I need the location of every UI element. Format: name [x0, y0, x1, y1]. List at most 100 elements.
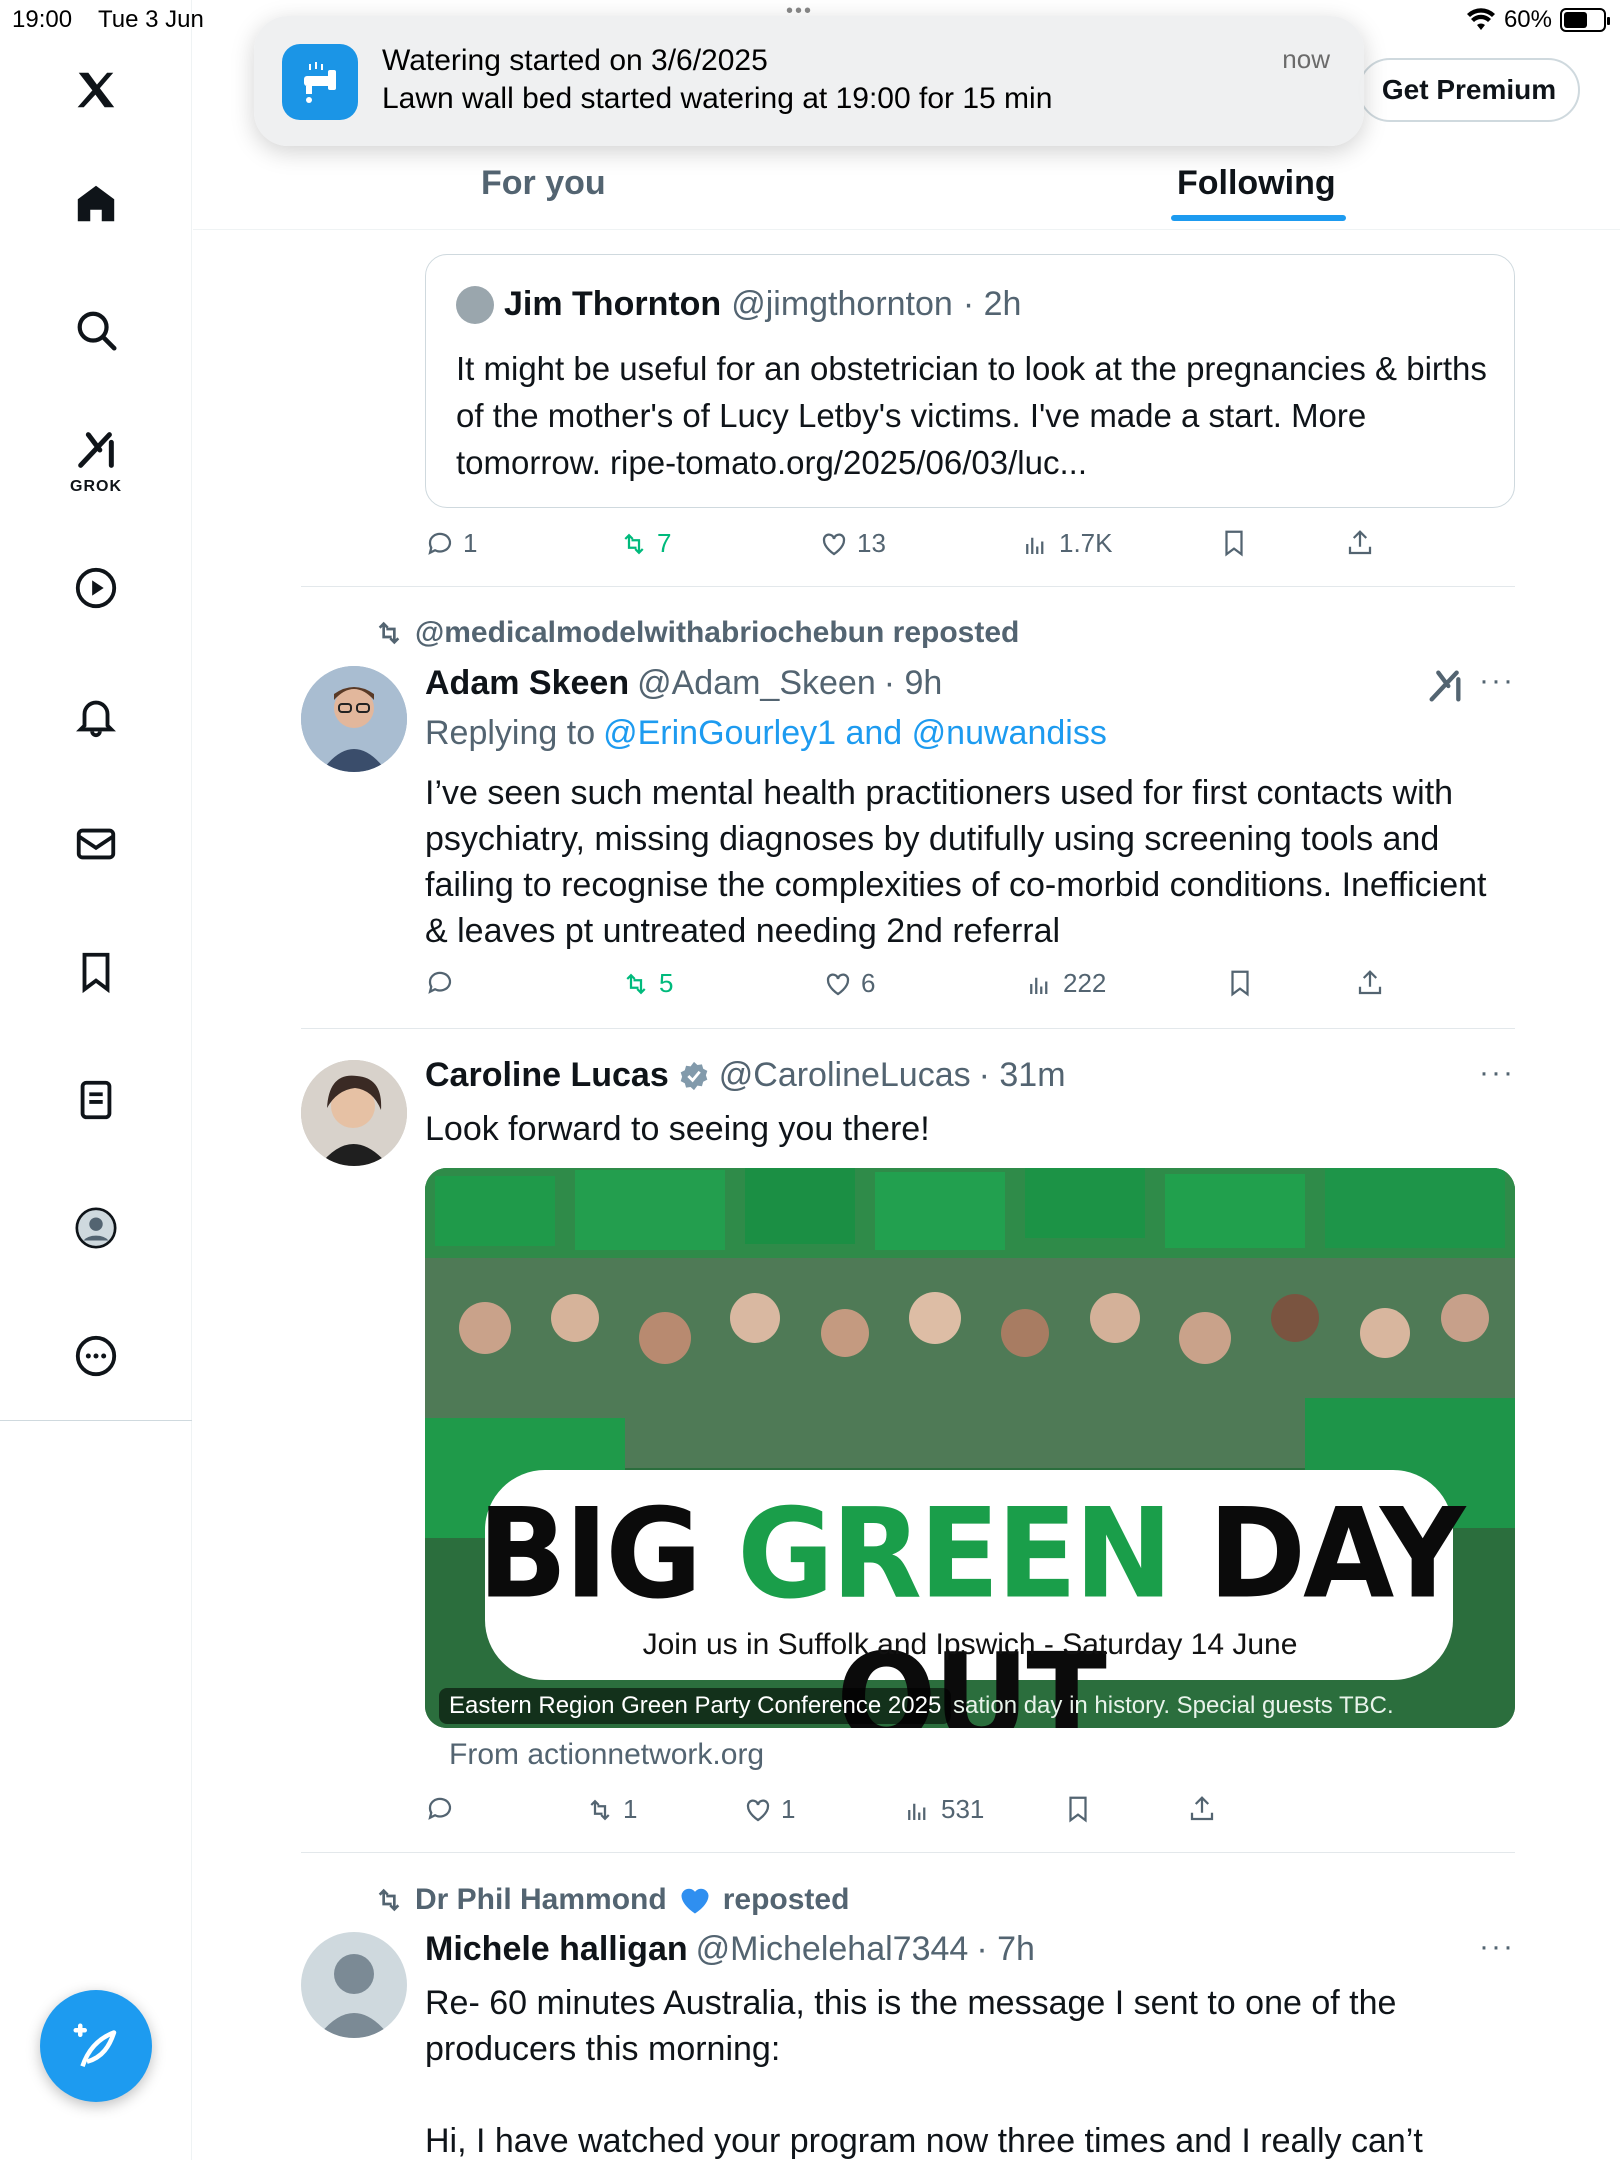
reply-button[interactable]	[425, 1794, 455, 1824]
grok-label: GROK	[70, 478, 122, 495]
author-name[interactable]: Adam Skeen	[425, 664, 629, 703]
notification-banner[interactable]: Watering started on 3/6/2025 Lawn wall b…	[254, 16, 1364, 146]
post-header: Adam Skeen @Adam_Skeen · 9h	[425, 664, 942, 703]
post-time[interactable]: · 7h	[976, 1930, 1035, 1969]
bookmark-icon[interactable]	[66, 942, 126, 1002]
reply-button[interactable]: 1	[425, 528, 477, 559]
views-button[interactable]: 222	[1025, 968, 1106, 999]
link-source[interactable]: From actionnetwork.org	[449, 1738, 764, 1772]
post-actions: 5 6 222	[425, 968, 1425, 1008]
repost-button[interactable]: 1	[585, 1794, 637, 1825]
post-actions: 1 1 531	[425, 1794, 1425, 1834]
more-menu-icon[interactable]: ···	[1479, 1056, 1515, 1090]
image-subline: Join us in Suffolk and Ipswich - Saturda…	[642, 1628, 1298, 1661]
mail-icon[interactable]	[66, 814, 126, 874]
more-menu-icon[interactable]: ···	[1479, 1930, 1515, 1964]
views-button[interactable]: 531	[903, 1794, 984, 1825]
image-caption-tail: sation day in history. Special guests TB…	[953, 1692, 1394, 1719]
bell-icon[interactable]	[66, 686, 126, 746]
home-icon[interactable]	[66, 174, 126, 234]
repost-context[interactable]: Dr Phil Hammond reposted	[373, 1882, 849, 1918]
status-right: 60%	[1466, 6, 1610, 34]
active-tab-indicator	[1171, 215, 1346, 221]
quoted-post[interactable]: Jim Thornton @jimgthornton · 2h It might…	[425, 254, 1515, 508]
views-icon	[908, 1803, 926, 1820]
quoted-author-name[interactable]: Jim Thornton	[504, 285, 721, 324]
headline-word-1: BIG	[477, 1481, 702, 1626]
tab-for-you[interactable]: For you	[481, 164, 606, 203]
author-handle[interactable]: @Adam_Skeen	[637, 664, 876, 703]
notification-body: Lawn wall bed started watering at 19:00 …	[382, 82, 1053, 115]
post-header: Caroline Lucas @CarolineLucas · 31m	[425, 1056, 1066, 1095]
tab-following[interactable]: Following	[1171, 164, 1346, 221]
headline-word-2: GREEN	[737, 1481, 1173, 1626]
x-logo-icon[interactable]	[66, 60, 126, 120]
repost-count: 1	[623, 1794, 638, 1824]
share-button[interactable]	[1345, 528, 1375, 558]
more-options-icon[interactable]	[66, 1326, 126, 1386]
repost-icon	[626, 973, 646, 994]
view-count: 1.7K	[1059, 528, 1113, 558]
share-button[interactable]	[1187, 1794, 1217, 1824]
post-divider	[301, 1028, 1515, 1029]
get-premium-button[interactable]: Get Premium	[1358, 58, 1580, 122]
repost-count: 5	[659, 968, 674, 998]
repost-icon	[378, 621, 400, 645]
bookmark-button[interactable]	[1219, 528, 1249, 558]
bookmark-icon	[1069, 1796, 1087, 1823]
sidebar: GROK	[0, 0, 192, 2160]
grok-icon[interactable]	[66, 420, 126, 480]
quoted-author-handle[interactable]: @jimgthornton	[731, 285, 953, 324]
repost-button[interactable]: 5	[621, 968, 673, 999]
quoted-post-time[interactable]: · 2h	[963, 285, 1022, 324]
heart-icon	[746, 1798, 770, 1821]
like-button[interactable]: 13	[819, 528, 886, 559]
bookmark-button[interactable]	[1063, 1794, 1093, 1824]
more-menu-icon[interactable]: ···	[1479, 664, 1515, 698]
post-text: Look forward to seeing you there!	[425, 1110, 930, 1148]
replying-to-line: Replying to @ErinGourley1 and @nuwandiss	[425, 714, 1107, 753]
link-card-image[interactable]: BIG GREEN DAY OUT Join us in Suffolk and…	[425, 1168, 1515, 1728]
like-count: 6	[861, 968, 876, 998]
repost-icon	[624, 533, 644, 554]
timeline-feed: Jim Thornton @jimgthornton · 2h It might…	[193, 230, 1620, 2160]
bookmark-button[interactable]	[1225, 968, 1255, 998]
replying-to-handles[interactable]: @ErinGourley1 and @nuwandiss	[603, 714, 1107, 753]
like-count: 1	[781, 1794, 796, 1824]
post-divider	[301, 1852, 1515, 1853]
repost-icon	[590, 1799, 610, 1820]
like-button[interactable]: 6	[823, 968, 875, 999]
post-time[interactable]: · 31m	[979, 1056, 1066, 1095]
blue-heart-icon	[681, 1888, 709, 1914]
author-handle[interactable]: @CarolineLucas	[719, 1056, 971, 1095]
heart-icon	[822, 532, 846, 555]
search-icon[interactable]	[66, 300, 126, 360]
sidebar-divider	[0, 1420, 192, 1421]
avatar[interactable]	[301, 666, 407, 772]
video-icon[interactable]	[66, 558, 126, 618]
author-name[interactable]: Michele halligan	[425, 1930, 688, 1969]
views-icon	[1030, 977, 1048, 994]
repost-by-name: Dr Phil Hammond	[415, 1883, 667, 1916]
quoted-avatar[interactable]	[456, 285, 494, 324]
lists-icon[interactable]	[66, 1070, 126, 1130]
compose-post-button[interactable]	[40, 1990, 152, 2102]
author-name[interactable]: Caroline Lucas	[425, 1056, 669, 1095]
repost-context[interactable]: @medicalmodelwithabriochebun reposted	[373, 616, 1019, 650]
post-text: I’ve seen such mental health practitione…	[425, 774, 1487, 950]
post-time[interactable]: · 9h	[884, 664, 943, 703]
reply-count: 1	[463, 528, 478, 558]
avatar[interactable]	[301, 1060, 407, 1166]
author-handle[interactable]: @Michelehal7344	[696, 1930, 969, 1969]
default-avatar[interactable]	[301, 1932, 407, 2038]
like-button[interactable]: 1	[743, 1794, 795, 1825]
reply-button[interactable]	[425, 968, 455, 998]
irrigation-app-icon	[282, 44, 358, 120]
repost-button[interactable]: 7	[619, 528, 671, 559]
share-button[interactable]	[1355, 968, 1385, 998]
post-text: Re- 60 minutes Australia, this is the me…	[425, 1984, 1397, 2068]
profile-icon[interactable]	[66, 1198, 126, 1258]
post-divider	[301, 586, 1515, 587]
grok-icon[interactable]	[1425, 666, 1465, 706]
views-button[interactable]: 1.7K	[1021, 528, 1113, 559]
